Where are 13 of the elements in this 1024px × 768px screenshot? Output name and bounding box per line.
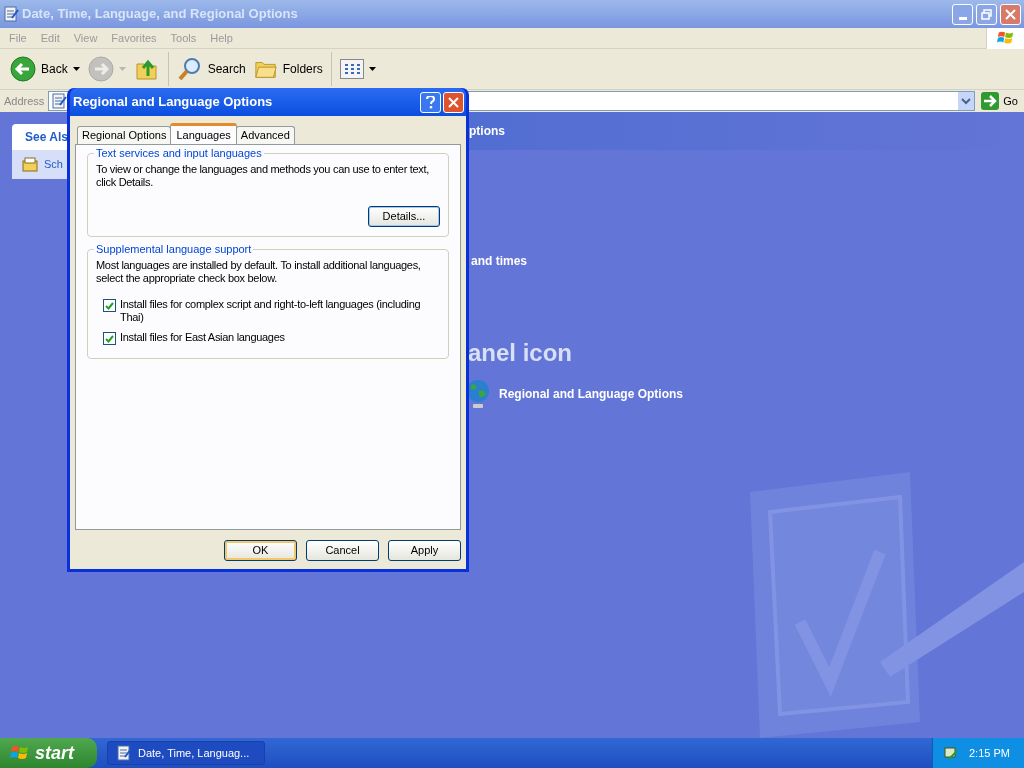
window-title: Date, Time, Language, and Regional Options bbox=[22, 5, 299, 24]
group-description: To view or change the languages and methods you can use to enter text, click Details. bbox=[96, 163, 431, 189]
sidebar-title: See Als bbox=[25, 129, 68, 146]
group-description: Most languages are installed by default. To install additional languages, select the appropriate check box below. bbox=[96, 259, 422, 285]
group-title: Text services and input languages bbox=[94, 147, 264, 160]
page-heading: ptions bbox=[469, 123, 505, 140]
section-heading: anel icon bbox=[468, 339, 573, 366]
group-title: Supplemental language support bbox=[94, 243, 254, 256]
checkbox-label: Install files for complex script and right-to-left languages (including Thai) bbox=[120, 298, 422, 324]
dialog-title: Regional and Language Options bbox=[73, 93, 274, 112]
clock: 2:15 PM bbox=[969, 745, 1010, 761]
checkbox-label: Install files for East Asian languages bbox=[120, 331, 286, 344]
address-label: Address bbox=[4, 93, 45, 109]
